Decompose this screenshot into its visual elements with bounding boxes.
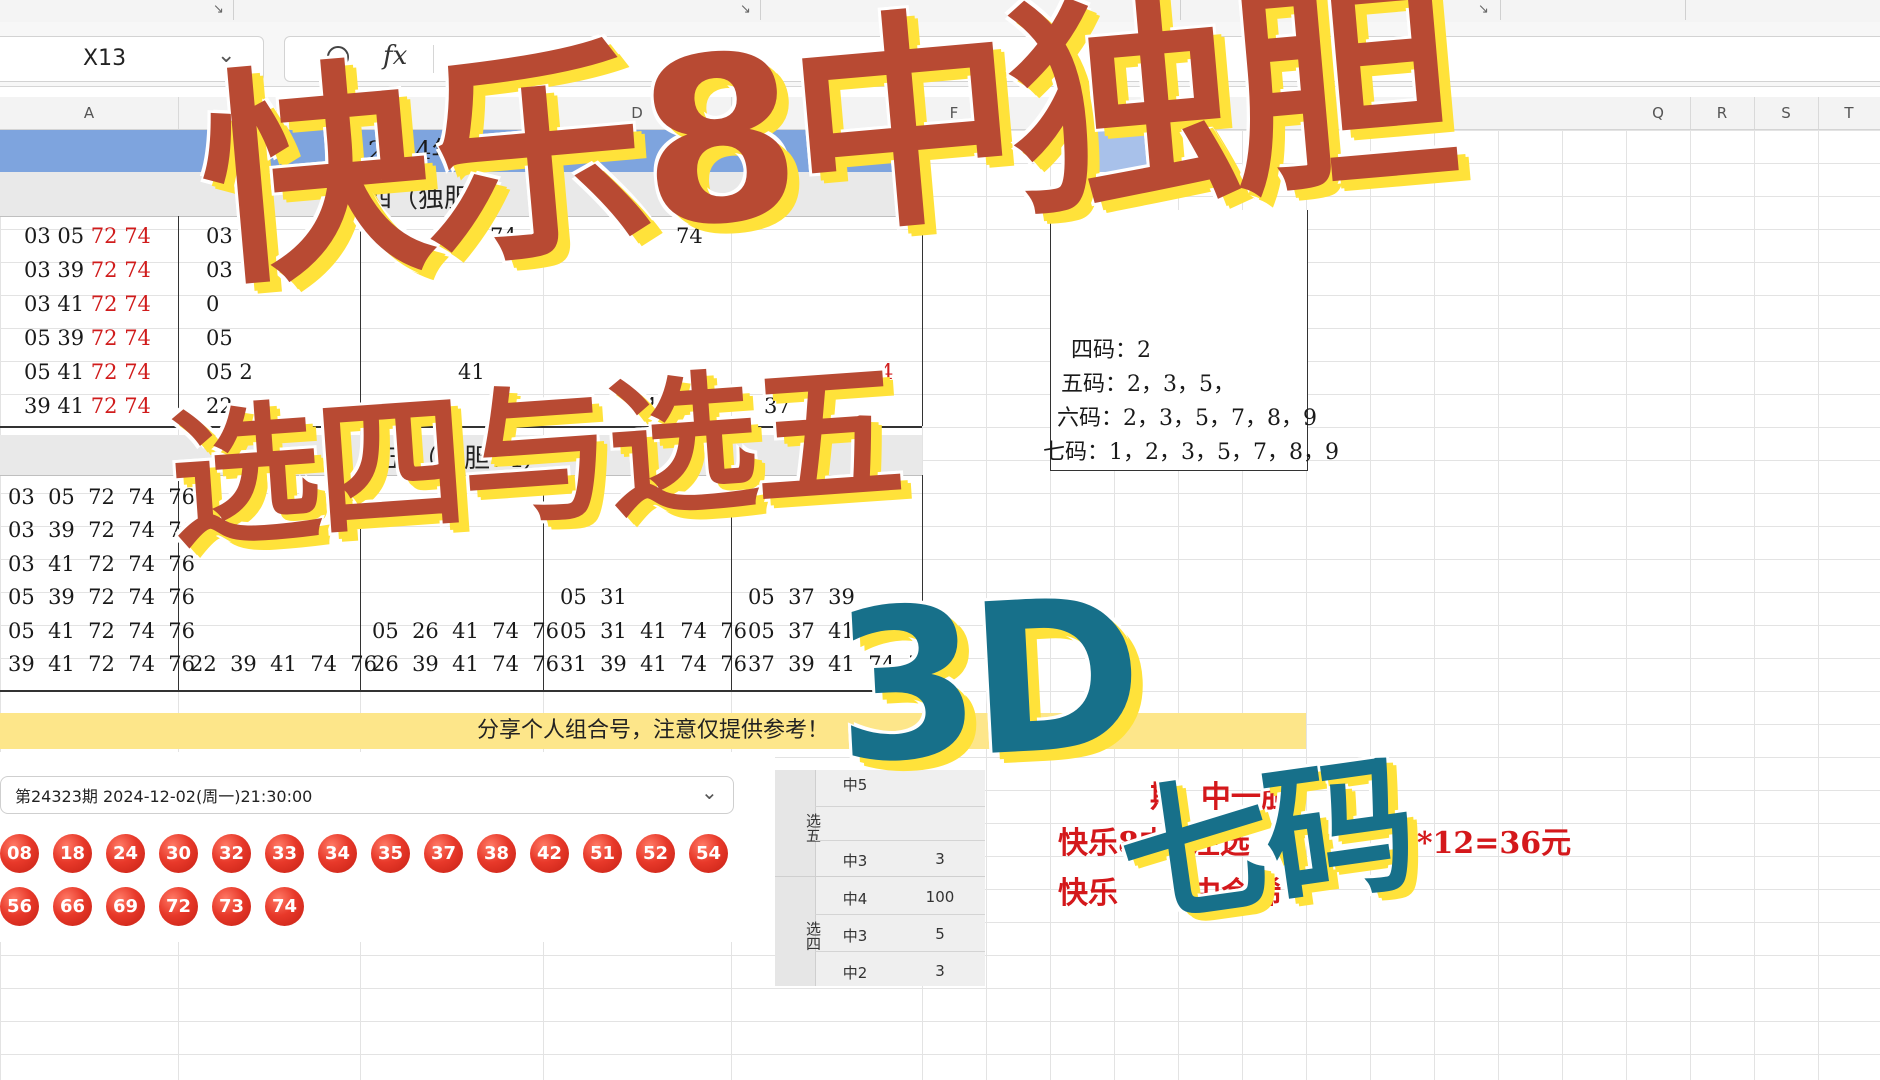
cell-reference: X13 — [83, 46, 127, 71]
cell-text-highlight: 72 74 — [90, 394, 151, 418]
divider — [815, 951, 985, 952]
cell-text: 03 39 — [24, 258, 91, 282]
draw-ball: 42 — [530, 834, 569, 873]
cell-text-highlight: 72 74 — [90, 258, 151, 282]
draw-ball: 69 — [106, 887, 145, 926]
chevron-down-icon[interactable]: ⌄ — [701, 780, 718, 804]
table-row[interactable]: 05 41 72 74 — [24, 360, 151, 384]
gridline — [1498, 97, 1499, 1080]
overlay-title-seven: 七码 — [1109, 736, 1423, 950]
draw-ball: 24 — [106, 834, 145, 873]
cell-text: 26 39 41 74 76 — [372, 652, 560, 676]
cell-text: 05 — [206, 326, 233, 350]
table-row[interactable]: 05 39 72 74 76 — [8, 585, 195, 609]
period-select-value: 第24323期 2024-12-02(周一)21:30:00 — [15, 787, 313, 806]
table-row[interactable]: 39 41 72 74 — [24, 394, 151, 418]
draw-ball: 34 — [318, 834, 357, 873]
table-row[interactable]: 03 05 72 74 — [24, 224, 151, 248]
ribbon-divider — [233, 0, 234, 20]
prize-amount: 3 — [935, 850, 945, 868]
table-row[interactable]: 03 05 72 74 76 — [8, 485, 195, 509]
cell-text: 03 41 — [24, 292, 91, 316]
prize-hit: 中2 — [842, 964, 868, 982]
cell-text: 05 26 41 74 76 — [372, 619, 560, 643]
divider — [815, 840, 985, 841]
ribbon-divider — [1685, 0, 1686, 20]
table-row[interactable]: 05 41 72 74 76 — [8, 619, 195, 643]
seven-code-row: 七码：1，2，3，5，7，8，9 — [1043, 440, 1339, 465]
draw-ball: 33 — [265, 834, 304, 873]
expand-icon[interactable]: ↘ — [213, 2, 224, 17]
table-row[interactable]: 03 39 72 74 76 — [8, 518, 195, 542]
cell-text-highlight: 72 74 — [90, 360, 151, 384]
draw-ball: 51 — [583, 834, 622, 873]
column-header-a[interactable]: A — [0, 97, 179, 129]
prize-amount: 100 — [925, 888, 955, 906]
draw-ball: 35 — [371, 834, 410, 873]
draw-ball: 73 — [212, 887, 251, 926]
draw-ball: 30 — [159, 834, 198, 873]
table-row[interactable]: 03 39 72 74 — [24, 258, 151, 282]
draw-ball: 52 — [636, 834, 675, 873]
cell-text: 05 2 — [206, 360, 253, 384]
expand-icon[interactable]: ↘ — [1478, 2, 1489, 17]
gridline — [1754, 97, 1755, 1080]
cell-text-highlight: 72 74 — [90, 224, 151, 248]
gridline — [1370, 97, 1371, 1080]
cell-text: 22 39 41 74 76 — [190, 652, 378, 676]
gridline — [1434, 97, 1435, 1080]
cell-text: 05 31 — [560, 585, 627, 609]
divider — [0, 690, 922, 692]
five-code-row: 五码：2，3，5， — [1061, 372, 1235, 397]
draw-ball: 56 — [0, 887, 39, 926]
prize-amount: 5 — [935, 925, 945, 943]
code-summary-box[interactable]: 四码：2 五码：2，3，5， 六码：2，3，5，7，8，9 七码：1，2，3，5… — [1043, 210, 1339, 471]
gridline — [1626, 97, 1627, 1080]
draw-ball: 18 — [53, 834, 92, 873]
ribbon-divider — [1500, 0, 1501, 20]
draw-ball: 74 — [265, 887, 304, 926]
draw-ball: 54 — [689, 834, 728, 873]
prize-amount: 3 — [935, 962, 945, 980]
four-code-row: 四码：2 — [1071, 338, 1151, 363]
gridline — [1690, 97, 1691, 1080]
prize-group-label: 选五 — [804, 813, 822, 843]
period-select[interactable]: 第24323期 2024-12-02(周一)21:30:00 ⌄ — [0, 776, 734, 814]
cell-text: 31 39 41 74 76 — [560, 652, 748, 676]
column-header-q[interactable]: Q — [1626, 97, 1691, 129]
draw-ball: 38 — [477, 834, 516, 873]
overlay-title-3d: 3D — [828, 553, 1139, 811]
cell-text: 03 05 — [24, 224, 91, 248]
column-header-s[interactable]: S — [1754, 97, 1819, 129]
cell-text: 05 31 41 74 76 — [560, 619, 748, 643]
table-row[interactable]: 03 41 72 74 76 — [8, 552, 195, 576]
cell-text: 05 41 — [24, 360, 91, 384]
prize-hit: 中3 — [842, 927, 868, 945]
draw-ball: 72 — [159, 887, 198, 926]
six-code-row: 六码：2，3，5，7，8，9 — [1057, 406, 1317, 431]
cell-text: 05 39 — [24, 326, 91, 350]
cell-text-highlight: 72 74 — [90, 326, 151, 350]
table-row[interactable]: 05 39 72 74 — [24, 326, 151, 350]
prize-hit: 中3 — [842, 852, 868, 870]
draw-ball: 32 — [212, 834, 251, 873]
draw-ball: 37 — [424, 834, 463, 873]
column-header-r[interactable]: R — [1690, 97, 1755, 129]
draw-ball: 66 — [53, 887, 92, 926]
draw-ball: 08 — [0, 834, 39, 873]
gridline — [1562, 97, 1563, 1080]
column-header-t[interactable]: T — [1818, 97, 1880, 129]
table-row[interactable]: 03 41 72 74 — [24, 292, 151, 316]
cell-text: 39 41 — [24, 394, 91, 418]
divider — [815, 914, 985, 915]
prize-hit: 中4 — [842, 890, 868, 908]
table-row[interactable]: 39 41 72 74 76 — [8, 652, 195, 676]
gridline — [1818, 97, 1819, 1080]
cell-text-highlight: 72 74 — [90, 292, 151, 316]
